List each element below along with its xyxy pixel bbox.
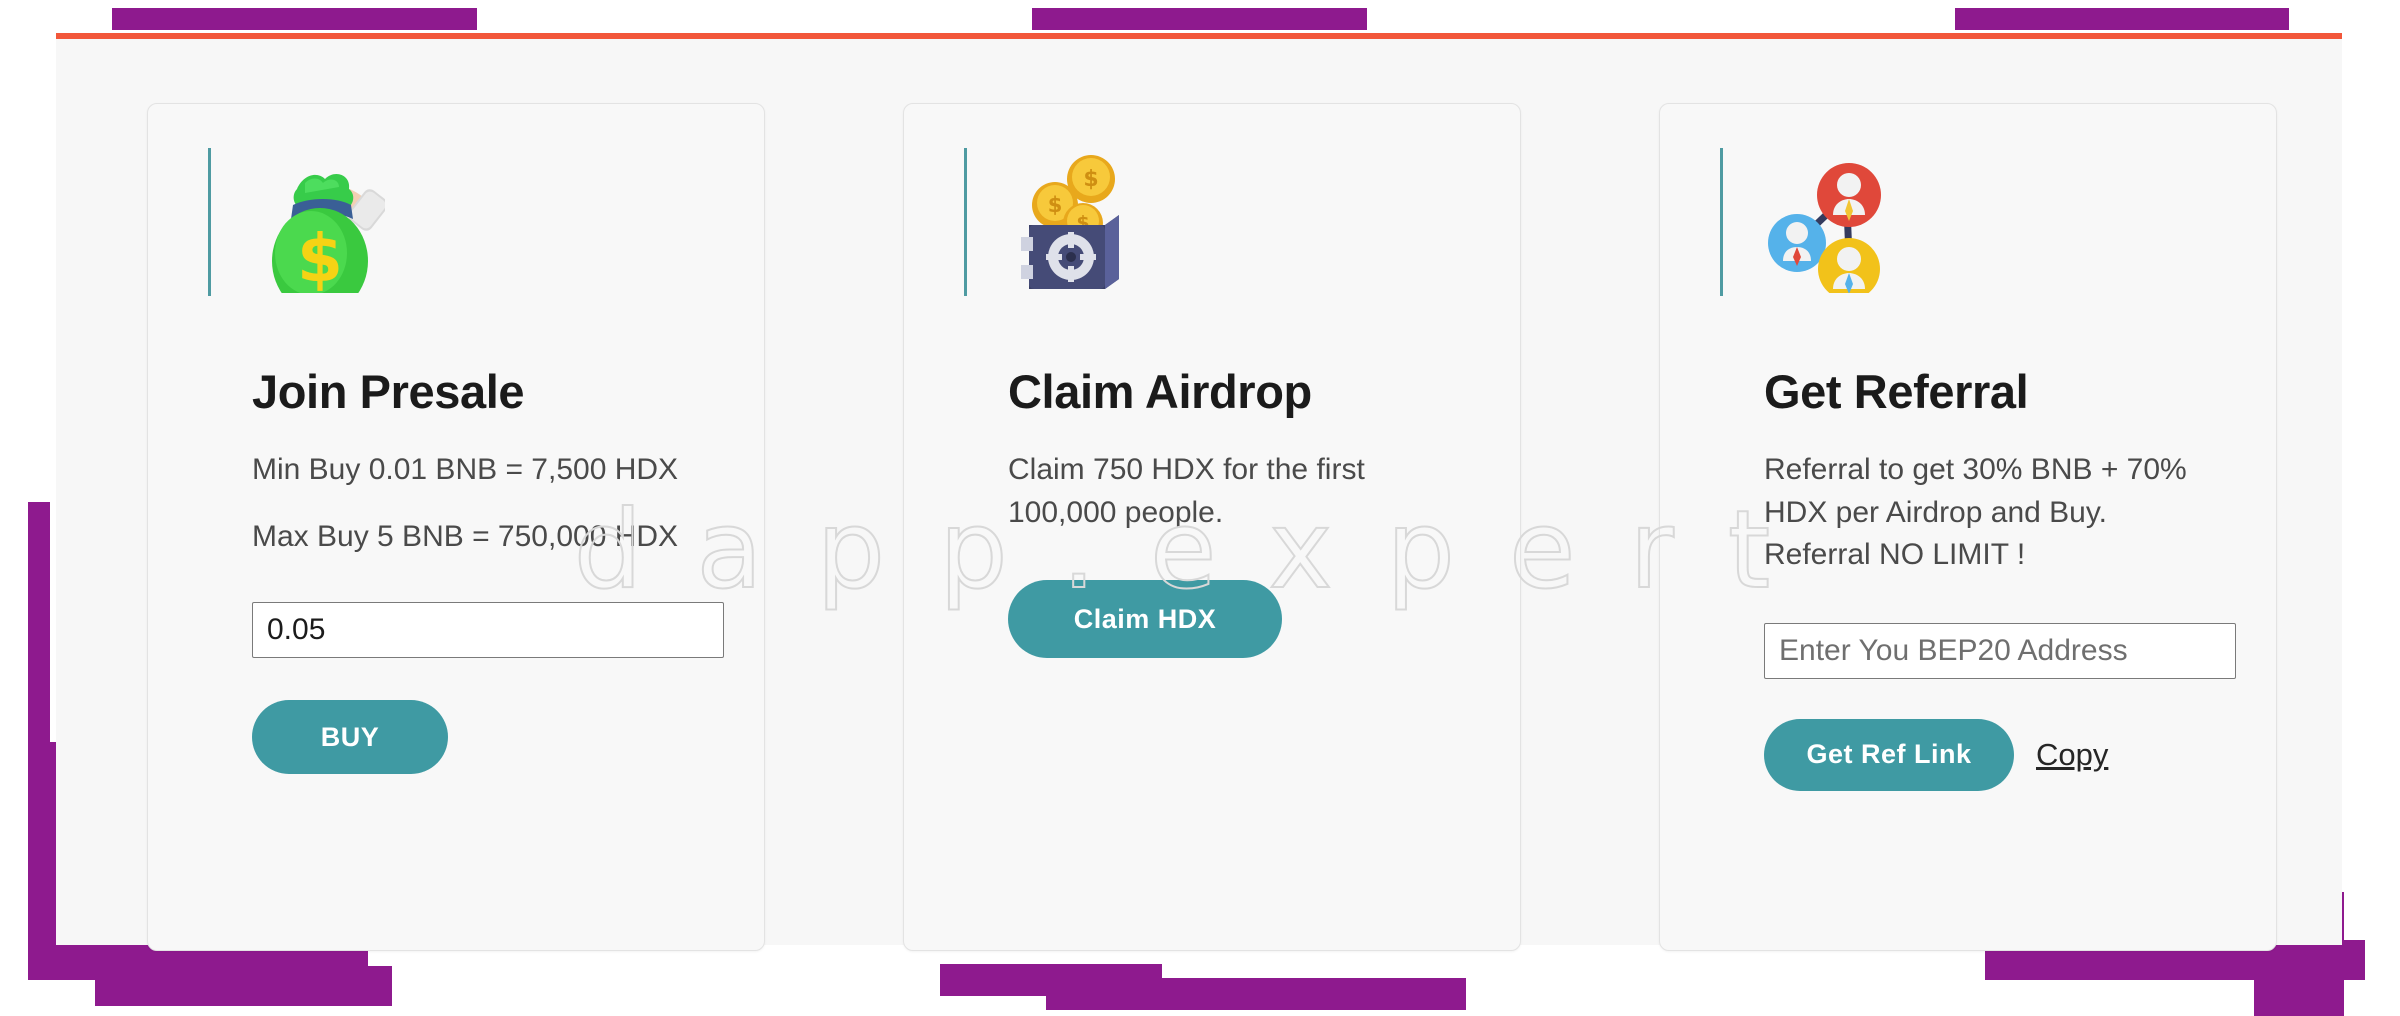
decorative-frame-bar-top-left bbox=[112, 8, 477, 30]
decorative-frame-bar-top-right bbox=[1955, 8, 2289, 30]
presale-max-buy-text: Max Buy 5 BNB = 750,000 HDX bbox=[252, 519, 679, 553]
decorative-frame-bar-bottom-left-2 bbox=[95, 966, 392, 1006]
card-join-presale: $ Join Presale Min Buy 0.01 BNB = 7,500 … bbox=[147, 103, 765, 951]
card-claim-airdrop: $ $ $ Claim Airdrop Claim 750 HDX for th… bbox=[903, 103, 1521, 951]
referral-address-input[interactable] bbox=[1764, 622, 2236, 679]
money-bag-icon: $ bbox=[253, 148, 393, 298]
presale-min-buy-text: Min Buy 0.01 BNB = 7,500 HDX bbox=[252, 453, 679, 486]
safe-vault-coins-icon: $ $ $ bbox=[1009, 148, 1149, 298]
card-title: Get Referral bbox=[1764, 365, 2029, 418]
card-icon-row: $ $ $ bbox=[964, 148, 1460, 298]
buy-amount-input[interactable] bbox=[252, 602, 724, 659]
card-description: Referral to get 30% BNB + 70% HDX per Ai… bbox=[1764, 449, 2216, 577]
buy-button[interactable]: BUY bbox=[252, 700, 448, 775]
copy-link[interactable]: Copy bbox=[2036, 737, 2108, 773]
referral-network-icon bbox=[1765, 148, 1905, 298]
svg-text:$: $ bbox=[1083, 167, 1098, 192]
referral-description-text: Referral to get 30% BNB + 70% HDX per Ai… bbox=[1764, 453, 2187, 572]
card-description: Claim 750 HDX for the first 100,000 peop… bbox=[1008, 449, 1460, 534]
card-icon-row: $ bbox=[208, 148, 704, 298]
card-title: Claim Airdrop bbox=[1008, 365, 1312, 418]
card-accent-bar bbox=[964, 148, 967, 296]
feature-cards-row: $ Join Presale Min Buy 0.01 BNB = 7,500 … bbox=[147, 103, 2277, 951]
decorative-frame-bar-bottom-middle-2 bbox=[1046, 978, 1466, 1010]
decorative-frame-bar-top-middle bbox=[1032, 8, 1367, 30]
card-icon-row bbox=[1720, 148, 2216, 298]
airdrop-description-text: Claim 750 HDX for the first 100,000 peop… bbox=[1008, 453, 1365, 529]
card-accent-bar bbox=[208, 148, 211, 296]
get-ref-link-button[interactable]: Get Ref Link bbox=[1764, 718, 2014, 791]
svg-text:$: $ bbox=[1048, 193, 1063, 217]
top-accent-rule bbox=[56, 33, 2342, 39]
card-get-referral: Get Referral Referral to get 30% BNB + 7… bbox=[1659, 103, 2277, 951]
card-accent-bar bbox=[1720, 148, 1723, 296]
referral-actions: Get Ref Link Copy bbox=[1764, 718, 2216, 791]
svg-text:$: $ bbox=[297, 220, 343, 293]
decorative-frame-bar-left-upper bbox=[28, 502, 50, 750]
card-title: Join Presale bbox=[252, 365, 525, 418]
page-content-area: dapp.expert bbox=[56, 33, 2342, 951]
claim-hdx-button[interactable]: Claim HDX bbox=[1008, 580, 1282, 659]
card-description: Min Buy 0.01 BNB = 7,500 HDX Max Buy 5 B… bbox=[252, 449, 704, 558]
screenshot-stage: dapp.expert bbox=[0, 0, 2400, 1016]
